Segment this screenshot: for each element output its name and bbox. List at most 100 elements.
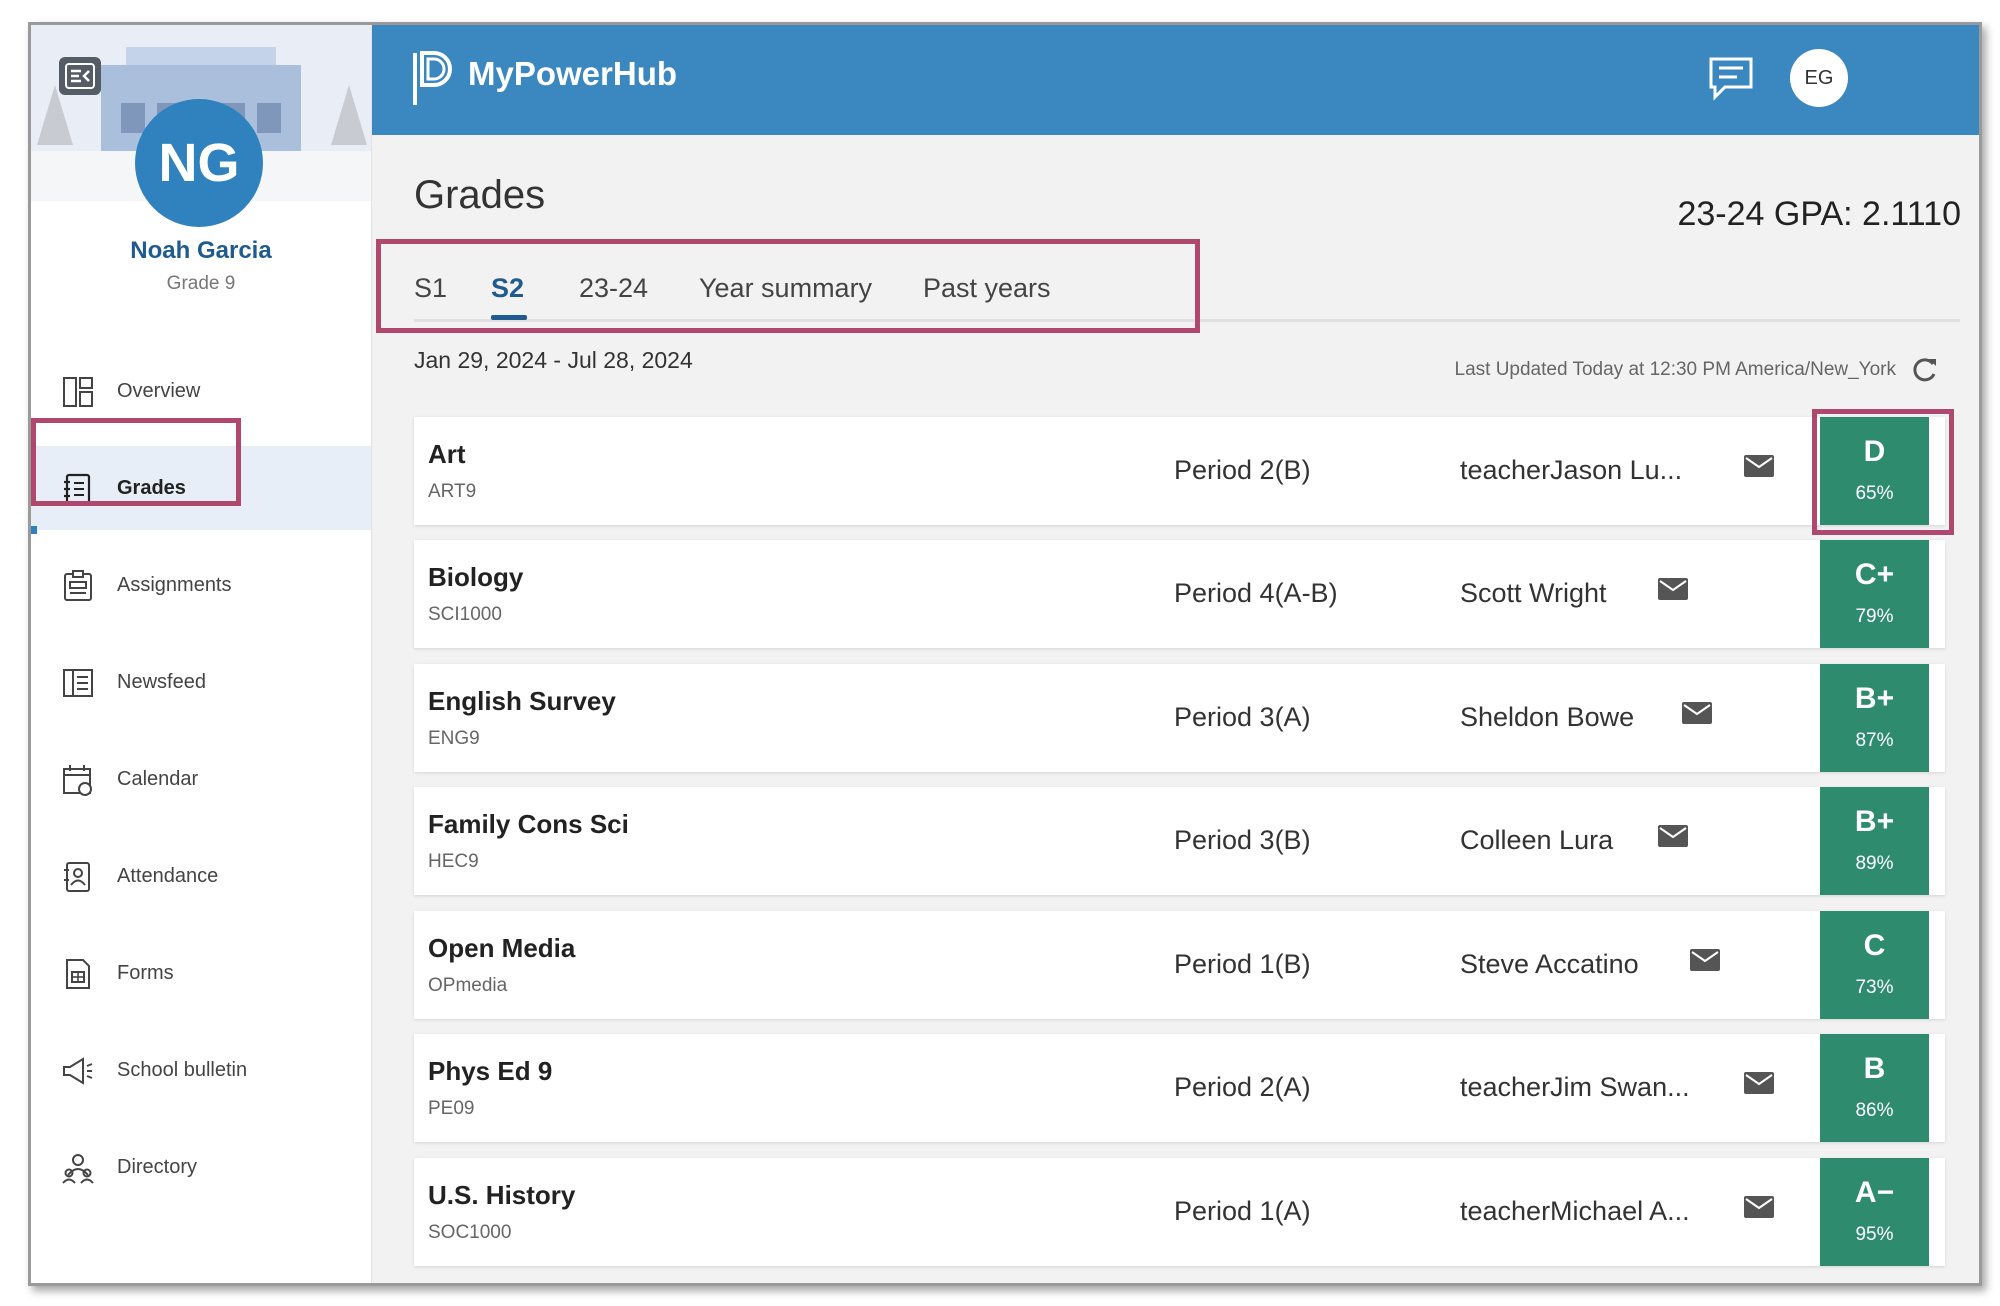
grade-badge[interactable]: C+ 79% <box>1820 540 1929 648</box>
grade-percent: 65% <box>1855 483 1894 504</box>
teacher-name: teacherMichael A... <box>1460 1196 1690 1226</box>
course-name: English Survey <box>428 686 616 716</box>
table-row[interactable]: Phys Ed 9 PE09 Period 2(A) teacherJim Sw… <box>414 1034 1945 1142</box>
sidebar-item-label: Assignments <box>117 574 232 596</box>
calendar-icon <box>63 765 92 796</box>
course-name: Phys Ed 9 <box>428 1056 553 1086</box>
clipboard-icon <box>64 570 92 601</box>
user-avatar-button[interactable]: EG <box>1790 49 1848 107</box>
tab-s2[interactable]: S2 <box>491 273 524 304</box>
course-period: Period 2(B) <box>1174 455 1311 485</box>
app-title: MyPowerHub <box>468 55 678 92</box>
sidebar-item-calendar[interactable]: Calendar <box>31 737 371 821</box>
student-grade-level: Grade 9 <box>166 273 236 294</box>
sidebar-item-label: Overview <box>117 380 201 402</box>
grade-letter: B+ <box>1854 805 1895 838</box>
email-icon[interactable] <box>1658 578 1688 600</box>
sidebar-item-grades[interactable]: Grades <box>31 446 371 534</box>
attendance-icon <box>64 862 90 892</box>
course-code: SCI1000 <box>428 604 502 625</box>
term-date-range: Jan 29, 2024 - Jul 28, 2024 <box>414 347 693 373</box>
refresh-icon[interactable] <box>1909 355 1939 385</box>
grade-percent: 86% <box>1855 1100 1894 1121</box>
course-name: Art <box>428 439 466 469</box>
grade-badge[interactable]: D 65% <box>1820 417 1929 525</box>
grade-badge[interactable]: B+ 89% <box>1820 787 1929 895</box>
course-period: Period 1(A) <box>1174 1196 1311 1226</box>
course-period: Period 3(B) <box>1174 825 1311 855</box>
table-row[interactable]: Art ART9 Period 2(B) teacherJason Lu... … <box>414 417 1945 525</box>
sidebar: NG Noah Garcia Grade 9 Overview Grades A… <box>31 25 372 1283</box>
tabs-divider <box>414 319 1960 322</box>
sidebar-item-school-bulletin[interactable]: School bulletin <box>31 1028 371 1112</box>
teacher-name: Steve Accatino <box>1460 949 1639 979</box>
student-avatar: NG <box>135 99 263 227</box>
newsfeed-icon <box>63 669 93 697</box>
sidebar-item-label: Calendar <box>117 768 199 790</box>
table-row[interactable]: Biology SCI1000 Period 4(A-B) Scott Wrig… <box>414 540 1945 648</box>
app-header: MyPowerHub EG <box>372 25 1979 135</box>
forms-icon <box>66 959 90 989</box>
table-row[interactable]: U.S. History SOC1000 Period 1(A) teacher… <box>414 1158 1945 1266</box>
email-icon[interactable] <box>1658 825 1688 847</box>
tab-s1[interactable]: S1 <box>414 273 447 304</box>
grade-badge[interactable]: B 86% <box>1820 1034 1929 1142</box>
grade-badge[interactable]: C 73% <box>1820 911 1929 1019</box>
grade-letter: D <box>1863 435 1886 468</box>
sidebar-item-label: School bulletin <box>117 1059 248 1081</box>
sidebar-item-assignments[interactable]: Assignments <box>31 543 371 627</box>
menu-toggle-button[interactable] <box>59 57 101 95</box>
sidebar-item-label: Newsfeed <box>117 671 206 693</box>
sidebar-item-label: Directory <box>117 1156 198 1178</box>
sidebar-item-newsfeed[interactable]: Newsfeed <box>31 640 371 724</box>
grade-percent: 87% <box>1855 730 1894 751</box>
course-code: HEC9 <box>428 851 479 872</box>
tab-past-years[interactable]: Past years <box>923 273 1051 304</box>
course-code: PE09 <box>428 1098 475 1119</box>
teacher-name: Scott Wright <box>1460 578 1607 608</box>
tab-year-summary[interactable]: Year summary <box>699 273 872 304</box>
email-icon[interactable] <box>1744 1196 1774 1218</box>
sidebar-item-overview[interactable]: Overview <box>31 349 371 433</box>
gradebook-icon <box>64 473 91 505</box>
grade-percent: 89% <box>1855 853 1894 874</box>
student-name: Noah Garcia <box>130 237 272 264</box>
sidebar-item-label: Attendance <box>117 865 219 887</box>
course-name: U.S. History <box>428 1180 576 1210</box>
course-code: ART9 <box>428 481 477 502</box>
course-code: SOC1000 <box>428 1222 512 1243</box>
email-icon[interactable] <box>1690 949 1720 971</box>
grade-badge[interactable]: A− 95% <box>1820 1158 1929 1266</box>
grade-badge[interactable]: B+ 87% <box>1820 664 1929 772</box>
teacher-name: teacherJim Swan... <box>1460 1072 1690 1102</box>
grade-percent: 73% <box>1855 977 1894 998</box>
dashboard-icon <box>63 377 93 407</box>
teacher-name: Colleen Lura <box>1460 825 1614 855</box>
course-name: Family Cons Sci <box>428 809 629 839</box>
powerschool-logo-icon <box>413 51 452 105</box>
email-icon[interactable] <box>1682 702 1712 724</box>
email-icon[interactable] <box>1744 455 1774 477</box>
sidebar-item-attendance[interactable]: Attendance <box>31 834 371 918</box>
grade-letter: B+ <box>1854 682 1895 715</box>
email-icon[interactable] <box>1744 1072 1774 1094</box>
table-row[interactable]: Family Cons Sci HEC9 Period 3(B) Colleen… <box>414 787 1945 895</box>
selected-tab-indicator <box>491 315 527 320</box>
messages-icon[interactable] <box>1707 55 1755 101</box>
grade-letter: C <box>1863 929 1886 962</box>
course-name: Open Media <box>428 933 576 963</box>
app-window: NG Noah Garcia Grade 9 Overview Grades A… <box>28 22 1982 1286</box>
grade-letter: B <box>1863 1052 1886 1085</box>
teacher-name: teacherJason Lu... <box>1460 455 1683 485</box>
course-name: Biology <box>428 562 524 592</box>
collapse-menu-icon <box>65 63 95 89</box>
table-row[interactable]: English Survey ENG9 Period 3(A) Sheldon … <box>414 664 1945 772</box>
people-icon <box>62 1154 94 1184</box>
sidebar-item-forms[interactable]: Forms <box>31 931 371 1015</box>
megaphone-icon <box>63 1057 93 1085</box>
course-period: Period 1(B) <box>1174 949 1311 979</box>
tab-23-24[interactable]: 23-24 <box>579 273 648 304</box>
table-row[interactable]: Open Media OPmedia Period 1(B) Steve Acc… <box>414 911 1945 1019</box>
sidebar-item-directory[interactable]: Directory <box>31 1125 371 1209</box>
course-period: Period 2(A) <box>1174 1072 1311 1102</box>
